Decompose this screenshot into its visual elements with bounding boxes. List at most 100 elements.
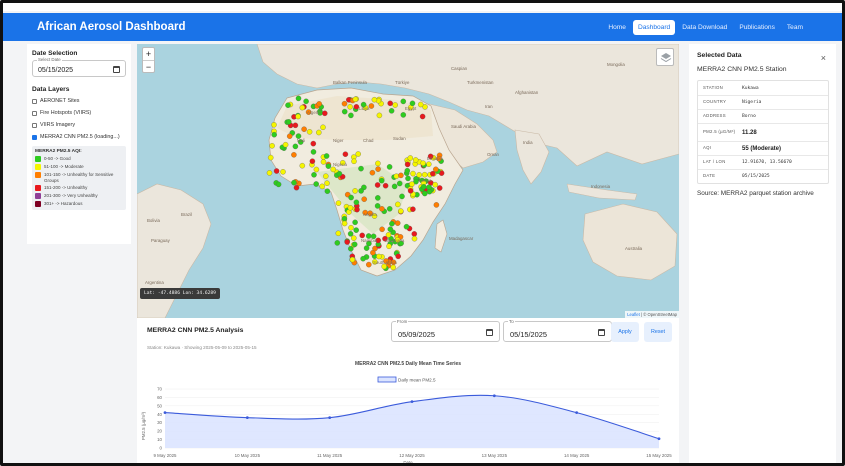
- station-marker[interactable]: [393, 173, 400, 179]
- map-view[interactable]: Balkan Peninsula Türkiye Caspian Turkmen…: [137, 44, 679, 318]
- station-marker[interactable]: [271, 122, 277, 128]
- reset-button[interactable]: Reset: [644, 322, 672, 342]
- station-marker[interactable]: [310, 140, 317, 147]
- station-marker[interactable]: [376, 253, 382, 260]
- station-marker[interactable]: [404, 167, 411, 174]
- nav-publications[interactable]: Publications: [734, 20, 780, 35]
- station-marker[interactable]: [330, 166, 336, 173]
- station-marker[interactable]: [417, 101, 424, 108]
- checkbox[interactable]: [32, 99, 37, 104]
- station-marker[interactable]: [416, 172, 422, 178]
- station-marker[interactable]: [410, 206, 416, 212]
- station-marker[interactable]: [398, 208, 404, 214]
- layer-viirs-imagery[interactable]: VIIRS Imagery: [32, 122, 126, 129]
- station-marker[interactable]: [426, 161, 432, 167]
- station-marker[interactable]: [387, 100, 393, 107]
- layer-switcher-button[interactable]: [656, 48, 674, 66]
- station-marker[interactable]: [407, 188, 414, 194]
- station-marker[interactable]: [349, 256, 356, 263]
- station-marker[interactable]: [347, 205, 354, 211]
- station-marker[interactable]: [410, 170, 416, 177]
- station-marker[interactable]: [399, 193, 405, 200]
- station-marker[interactable]: [403, 223, 410, 230]
- station-marker[interactable]: [316, 101, 322, 107]
- station-marker[interactable]: [313, 181, 319, 187]
- layer-merra2-pm25[interactable]: MERRA2 CNN PM2.5 (loading...): [32, 134, 126, 141]
- station-marker[interactable]: [286, 133, 293, 139]
- station-marker[interactable]: [295, 113, 301, 120]
- checkbox-checked[interactable]: [32, 135, 37, 141]
- station-marker[interactable]: [275, 181, 282, 188]
- station-marker[interactable]: [282, 141, 289, 148]
- station-marker[interactable]: [430, 170, 436, 177]
- station-marker[interactable]: [316, 129, 322, 136]
- station-marker[interactable]: [368, 103, 375, 109]
- station-marker[interactable]: [335, 230, 342, 237]
- station-marker[interactable]: [309, 158, 316, 164]
- nav-team[interactable]: Team: [782, 20, 808, 35]
- station-marker[interactable]: [433, 166, 439, 173]
- station-marker[interactable]: [412, 157, 419, 163]
- station-marker[interactable]: [351, 235, 357, 241]
- station-marker[interactable]: [363, 245, 370, 251]
- station-marker[interactable]: [319, 183, 325, 190]
- station-marker[interactable]: [360, 255, 366, 262]
- station-marker[interactable]: [379, 226, 385, 233]
- station-marker[interactable]: [336, 170, 343, 177]
- station-marker[interactable]: [306, 129, 313, 135]
- apply-button[interactable]: Apply: [611, 322, 639, 342]
- station-marker[interactable]: [411, 231, 418, 237]
- station-marker[interactable]: [267, 154, 274, 161]
- station-marker[interactable]: [301, 126, 307, 132]
- station-marker[interactable]: [325, 163, 332, 169]
- station-marker[interactable]: [375, 160, 381, 167]
- zoom-in-button[interactable]: +: [143, 48, 154, 60]
- station-marker[interactable]: [334, 240, 341, 246]
- station-marker[interactable]: [354, 206, 360, 213]
- station-marker[interactable]: [386, 243, 392, 250]
- station-marker[interactable]: [347, 231, 354, 237]
- station-marker[interactable]: [324, 180, 330, 186]
- calendar-icon[interactable]: [486, 329, 493, 336]
- station-marker[interactable]: [293, 184, 300, 191]
- station-marker[interactable]: [292, 122, 299, 129]
- station-marker[interactable]: [313, 166, 320, 173]
- station-marker[interactable]: [348, 112, 354, 119]
- station-marker[interactable]: [335, 200, 342, 206]
- station-marker[interactable]: [299, 162, 306, 169]
- station-marker[interactable]: [398, 172, 404, 179]
- station-marker[interactable]: [433, 202, 440, 208]
- station-marker[interactable]: [358, 165, 364, 172]
- station-marker[interactable]: [269, 143, 275, 149]
- station-marker[interactable]: [291, 152, 297, 158]
- station-marker[interactable]: [371, 96, 378, 103]
- checkbox[interactable]: [32, 123, 37, 129]
- station-marker[interactable]: [405, 175, 411, 182]
- zoom-out-button[interactable]: −: [143, 60, 154, 72]
- station-marker[interactable]: [323, 153, 330, 159]
- station-marker[interactable]: [375, 166, 381, 172]
- station-marker[interactable]: [411, 235, 418, 242]
- station-marker[interactable]: [421, 171, 428, 178]
- station-marker[interactable]: [299, 104, 306, 111]
- calendar-icon[interactable]: [598, 329, 605, 336]
- station-marker[interactable]: [280, 169, 286, 175]
- station-marker[interactable]: [266, 170, 273, 176]
- station-marker[interactable]: [342, 151, 349, 157]
- from-date-field[interactable]: From 05/09/2025: [391, 319, 500, 342]
- station-marker[interactable]: [432, 181, 438, 188]
- station-marker[interactable]: [352, 188, 358, 194]
- station-marker[interactable]: [353, 199, 360, 206]
- station-marker[interactable]: [395, 201, 401, 208]
- station-marker[interactable]: [387, 226, 394, 232]
- station-marker[interactable]: [348, 224, 354, 231]
- station-marker[interactable]: [366, 261, 372, 268]
- station-marker[interactable]: [341, 215, 348, 222]
- station-marker[interactable]: [355, 151, 361, 157]
- leaflet-link[interactable]: Leaflet: [627, 312, 640, 317]
- station-marker[interactable]: [419, 113, 426, 120]
- station-marker[interactable]: [341, 100, 348, 107]
- layer-fire-hotspots[interactable]: Fire Hotspots (VIIRS): [32, 110, 126, 117]
- station-marker[interactable]: [396, 180, 403, 187]
- station-marker[interactable]: [348, 245, 354, 252]
